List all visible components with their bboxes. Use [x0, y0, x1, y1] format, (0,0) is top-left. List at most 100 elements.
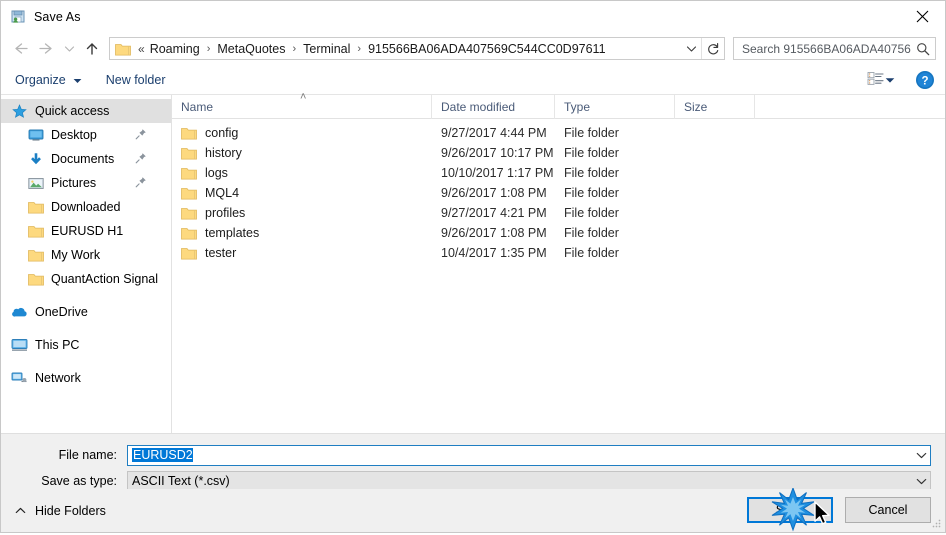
star-icon — [11, 103, 28, 119]
column-header-type[interactable]: Type — [555, 95, 675, 119]
command-bar-right: ? — [867, 65, 935, 95]
cancel-button-label: Cancel — [868, 503, 908, 517]
table-row[interactable]: templates 9/26/2017 1:08 PM File folder — [172, 223, 945, 243]
column-header-name[interactable]: ˄ Name — [172, 91, 432, 119]
arrow-up-icon[interactable] — [79, 36, 105, 62]
organize-button[interactable]: Organize — [15, 73, 82, 87]
breadcrumb-sep-1: › — [292, 42, 297, 55]
arrow-left-icon[interactable] — [7, 36, 33, 62]
save-as-icon — [10, 9, 26, 25]
hide-folders-button[interactable]: Hide Folders — [15, 504, 106, 518]
cell-name: tester — [172, 246, 432, 260]
breadcrumb-item-2[interactable]: Terminal — [301, 42, 352, 56]
pin-icon[interactable] — [135, 152, 147, 167]
column-header-size[interactable]: Size — [675, 95, 755, 119]
pin-icon[interactable] — [135, 128, 147, 143]
breadcrumb-sep-0: › — [206, 42, 211, 55]
refresh-icon[interactable] — [701, 38, 724, 59]
table-row[interactable]: history 9/26/2017 10:17 PM File folder — [172, 143, 945, 163]
file-name-selected-text[interactable]: EURUSD2 — [132, 448, 193, 462]
onedrive-cloud-icon — [11, 304, 28, 320]
cell-date-modified: 9/26/2017 1:08 PM — [441, 186, 547, 200]
chevron-down-icon — [73, 73, 82, 87]
address-bar[interactable]: « Roaming › MetaQuotes › Terminal › 9155… — [109, 37, 725, 60]
cell-name: history — [172, 146, 432, 160]
folder-icon — [181, 246, 197, 260]
breadcrumb-overflow[interactable]: « — [135, 42, 148, 56]
file-name: config — [205, 126, 239, 140]
pin-icon[interactable] — [135, 176, 147, 191]
file-name-row: File name: EURUSD2 — [15, 444, 931, 466]
folder-icon — [115, 42, 131, 56]
cell-date-modified: 10/4/2017 1:35 PM — [441, 246, 547, 260]
sidebar-item-eurusd-h1[interactable]: EURUSD H1 — [1, 219, 171, 243]
breadcrumb: « Roaming › MetaQuotes › Terminal › 9155… — [135, 42, 681, 56]
sidebar-item-quantaction-signal[interactable]: QuantAction Signal — [1, 267, 171, 291]
cancel-button[interactable]: Cancel — [845, 497, 931, 523]
file-name-value[interactable]: EURUSD2 — [128, 448, 913, 462]
help-icon[interactable]: ? — [915, 70, 935, 90]
folder-icon — [181, 126, 197, 140]
folder-icon — [181, 206, 197, 220]
dialog-body: Quick access Desktop Documents Pictures … — [1, 91, 945, 433]
view-layout-icon — [867, 71, 885, 89]
cell-type: File folder — [564, 126, 619, 140]
new-folder-button[interactable]: New folder — [106, 73, 166, 87]
chevron-up-icon — [15, 507, 26, 514]
file-name: history — [205, 146, 242, 160]
folder-icon — [27, 223, 44, 239]
search-placeholder: Search 915566BA06ADA40756... — [742, 41, 911, 56]
sidebar-item-my-work[interactable]: My Work — [1, 243, 171, 267]
table-row[interactable]: tester 10/4/2017 1:35 PM File folder — [172, 243, 945, 263]
sidebar-item-onedrive[interactable]: OneDrive — [1, 300, 171, 324]
column-label: Name — [181, 100, 214, 114]
folder-icon — [181, 146, 197, 160]
sidebar-item-pictures[interactable]: Pictures — [1, 171, 171, 195]
breadcrumb-item-1[interactable]: MetaQuotes — [215, 42, 287, 56]
file-name-chevron-down-icon[interactable] — [913, 452, 930, 459]
change-view-button[interactable] — [867, 71, 895, 89]
sidebar-item-label: This PC — [35, 338, 80, 352]
table-row[interactable]: profiles 9/27/2017 4:21 PM File folder — [172, 203, 945, 223]
breadcrumb-item-3[interactable]: 915566BA06ADA407569C544CC0D97611 — [366, 42, 607, 56]
table-row[interactable]: logs 10/10/2017 1:17 PM File folder — [172, 163, 945, 183]
organize-label: Organize — [15, 72, 66, 87]
folder-icon — [27, 247, 44, 263]
network-icon — [11, 370, 28, 386]
table-row[interactable]: config 9/27/2017 4:44 PM File folder — [172, 123, 945, 143]
sidebar-item-label: Documents — [51, 152, 115, 166]
file-name-input[interactable]: EURUSD2 — [127, 444, 931, 466]
folder-icon — [181, 166, 197, 180]
search-icon[interactable] — [911, 42, 935, 56]
save-as-type-chevron-down-icon[interactable] — [913, 478, 930, 485]
breadcrumb-item-0[interactable]: Roaming — [148, 42, 202, 56]
folder-icon — [27, 271, 44, 287]
sidebar-item-this-pc[interactable]: This PC — [1, 333, 171, 357]
sidebar-item-documents[interactable]: Documents — [1, 147, 171, 171]
arrow-right-icon[interactable] — [33, 36, 59, 62]
navigation-pane: Quick access Desktop Documents Pictures … — [1, 95, 172, 433]
resize-grip-icon[interactable] — [931, 518, 942, 529]
sidebar-item-quick-access[interactable]: Quick access — [1, 99, 171, 123]
column-label: Date modified — [441, 100, 516, 114]
sidebar-item-downloaded[interactable]: Downloaded — [1, 195, 171, 219]
address-chevron-down-icon[interactable] — [681, 38, 701, 59]
cell-type: File folder — [564, 246, 619, 260]
cell-type: File folder — [564, 226, 619, 240]
column-header-date-modified[interactable]: Date modified — [432, 95, 555, 119]
cell-type: File folder — [564, 206, 619, 220]
save-button[interactable]: Save — [747, 497, 833, 523]
sidebar-item-network[interactable]: Network — [1, 366, 171, 390]
sidebar-item-desktop[interactable]: Desktop — [1, 123, 171, 147]
cell-name: MQL4 — [172, 186, 432, 200]
close-icon[interactable] — [899, 1, 945, 31]
footer-buttons: Save Cancel — [747, 497, 931, 523]
file-name: templates — [205, 226, 260, 240]
table-row[interactable]: MQL4 9/26/2017 1:08 PM File folder — [172, 183, 945, 203]
pictures-icon — [27, 175, 44, 191]
search-input[interactable]: Search 915566BA06ADA40756... — [733, 37, 936, 60]
file-name: tester — [205, 246, 237, 260]
view-chevron-down-icon — [885, 73, 895, 87]
recent-locations-chevron-down-icon[interactable] — [59, 36, 79, 62]
